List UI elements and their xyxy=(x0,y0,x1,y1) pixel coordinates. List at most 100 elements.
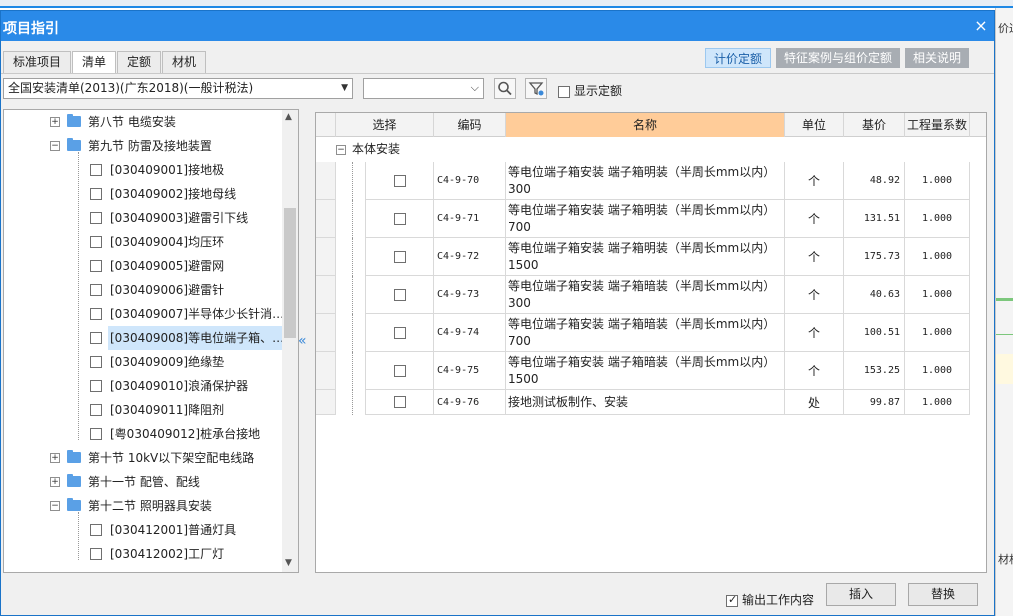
collapse-icon[interactable]: − xyxy=(50,501,60,511)
tree-item-checkbox[interactable] xyxy=(90,260,102,272)
tree-item[interactable]: [030409006]避雷针 xyxy=(4,278,280,302)
show-quota-checkbox[interactable] xyxy=(558,85,570,98)
row-indicator-header xyxy=(316,113,336,137)
tree-item[interactable]: [030412001]普通灯具 xyxy=(4,518,280,542)
select-cell[interactable] xyxy=(366,390,434,415)
select-cell[interactable] xyxy=(366,276,434,314)
expand-icon[interactable]: + xyxy=(50,117,60,127)
tree-item-checkbox[interactable] xyxy=(90,212,102,224)
select-cell[interactable] xyxy=(366,352,434,390)
grid-row[interactable]: C4-9-76 接地测试板制作、安装处 99.87 1.000 xyxy=(316,390,970,415)
output-work-content-checkbox[interactable] xyxy=(726,593,738,607)
quantity-coef-cell[interactable]: 1.000 xyxy=(905,390,970,415)
quantity-coef-cell[interactable]: 1.000 xyxy=(905,276,970,314)
grid-row[interactable]: C4-9-71 等电位端子箱安装 端子箱明装（半周长mm以内） 700 个 131.5… xyxy=(316,200,970,238)
filter-button[interactable] xyxy=(525,78,547,99)
insert-button[interactable]: 插入 xyxy=(826,583,896,606)
row-select-checkbox[interactable] xyxy=(393,250,406,263)
filter-combo[interactable]: ⌵ xyxy=(363,78,484,99)
dialog-titlebar[interactable]: 项目指引 × xyxy=(1,11,994,41)
tree-item-checkbox[interactable] xyxy=(90,356,102,368)
tree-item-checkbox[interactable] xyxy=(90,524,102,536)
select-cell[interactable] xyxy=(366,314,434,352)
tree-item-checkbox[interactable] xyxy=(90,164,102,176)
tree-section[interactable]: + 第八节 电缆安装 xyxy=(4,110,280,134)
grid-row[interactable]: C4-9-74 等电位端子箱安装 端子箱暗装（半周长mm以内） 700 个 100.5… xyxy=(316,314,970,352)
row-select-checkbox[interactable] xyxy=(393,212,406,225)
tree-item-checkbox[interactable] xyxy=(90,428,102,440)
tree-item-checkbox[interactable] xyxy=(90,332,102,344)
header-name[interactable]: 名称 xyxy=(506,113,785,137)
pricing-quota-button[interactable]: 计价定额 xyxy=(705,48,772,68)
tree-indent xyxy=(336,162,366,200)
expand-icon[interactable]: + xyxy=(50,477,60,487)
grid-row[interactable]: C4-9-75 等电位端子箱安装 端子箱暗装（半周长mm以内） 1500 个 153.… xyxy=(316,352,970,390)
library-select[interactable]: 全国安装清单(2013)(广东2018)(一般计税法) ▼ xyxy=(3,78,353,99)
tree-item-checkbox[interactable] xyxy=(90,308,102,320)
related-notes-button[interactable]: 相关说明 xyxy=(905,48,970,68)
tree-item[interactable]: [030409009]绝缘垫 xyxy=(4,350,280,374)
tree-section[interactable]: − 第九节 防雷及接地装置 xyxy=(4,134,280,158)
tree-item[interactable]: [030409002]接地母线 xyxy=(4,182,280,206)
header-code[interactable]: 编码 xyxy=(434,113,506,137)
header-unit[interactable]: 单位 xyxy=(785,113,844,137)
scrollbar-thumb[interactable] xyxy=(284,208,296,338)
tree-item-checkbox[interactable] xyxy=(90,188,102,200)
tree-item[interactable]: [030409001]接地极 xyxy=(4,158,280,182)
quantity-coef-cell[interactable]: 1.000 xyxy=(905,162,970,200)
grid-row[interactable]: C4-9-73 等电位端子箱安装 端子箱暗装（半周长mm以内） 300 个 40.63… xyxy=(316,276,970,314)
tree-scrollbar[interactable]: ▲ ▼ xyxy=(282,110,298,572)
tree-item[interactable]: [030409003]避雷引下线 xyxy=(4,206,280,230)
quantity-coef-cell[interactable]: 1.000 xyxy=(905,200,970,238)
collapse-icon[interactable]: − xyxy=(50,141,60,151)
tree-item[interactable]: [030409007]半导体少长针消… xyxy=(4,302,284,326)
tab-bill-list[interactable]: 清单 xyxy=(72,51,117,74)
collapse-panel-icon[interactable]: « xyxy=(298,333,307,349)
search-button[interactable] xyxy=(494,78,516,99)
tree-section[interactable]: − 第十二节 照明器具安装 xyxy=(4,494,280,518)
select-cell[interactable] xyxy=(366,200,434,238)
replace-button[interactable]: 替换 xyxy=(908,583,978,606)
quantity-coef-cell[interactable]: 1.000 xyxy=(905,314,970,352)
output-work-content-option[interactable]: 输出工作内容 xyxy=(726,591,814,608)
tab-standard-project[interactable]: 标准项目 xyxy=(3,51,72,73)
row-select-checkbox[interactable] xyxy=(393,288,406,301)
tree-item[interactable]: [030412002]工厂灯 xyxy=(4,542,280,566)
tree-item[interactable]: [030409005]避雷网 xyxy=(4,254,280,278)
tree-section[interactable]: + 第十一节 配管、配线 xyxy=(4,470,280,494)
row-select-checkbox[interactable] xyxy=(393,174,406,187)
show-quota-option[interactable]: 显示定额 xyxy=(558,82,622,99)
scroll-down-icon[interactable]: ▼ xyxy=(285,558,292,568)
select-cell[interactable] xyxy=(366,162,434,200)
quantity-coef-cell[interactable]: 1.000 xyxy=(905,238,970,276)
expand-icon[interactable]: + xyxy=(50,453,60,463)
tree-item-checkbox[interactable] xyxy=(90,548,102,560)
tree-section[interactable]: + 第十节 10kV以下架空配电线路 xyxy=(4,446,280,470)
tree-item[interactable]: [粤030409012]桩承台接地 xyxy=(4,422,280,446)
tree-item-checkbox[interactable] xyxy=(90,404,102,416)
collapse-icon[interactable]: − xyxy=(336,145,346,155)
close-icon[interactable]: × xyxy=(972,17,990,35)
header-price[interactable]: 基价 xyxy=(844,113,905,137)
header-select[interactable]: 选择 xyxy=(336,113,434,137)
quantity-coef-cell[interactable]: 1.000 xyxy=(905,352,970,390)
tree-item[interactable]: [030409008]等电位端子箱、… xyxy=(4,326,287,350)
tree-item-checkbox[interactable] xyxy=(90,380,102,392)
tab-material[interactable]: 材机 xyxy=(162,51,207,73)
row-select-checkbox[interactable] xyxy=(393,326,406,339)
tab-quota[interactable]: 定额 xyxy=(117,51,162,73)
tree-item-checkbox[interactable] xyxy=(90,284,102,296)
tree-item[interactable]: [030409010]浪涌保护器 xyxy=(4,374,280,398)
grid-row[interactable]: C4-9-70 等电位端子箱安装 端子箱明装（半周长mm以内） 300 个 48.92… xyxy=(316,162,970,200)
row-select-checkbox[interactable] xyxy=(393,396,406,408)
feature-case-button[interactable]: 特征案例与组价定额 xyxy=(776,48,901,68)
tree-item[interactable]: [030409004]均压环 xyxy=(4,230,280,254)
tree-item[interactable]: [030409011]降阻剂 xyxy=(4,398,280,422)
select-cell[interactable] xyxy=(366,238,434,276)
tree-item-checkbox[interactable] xyxy=(90,236,102,248)
header-quantity-coef[interactable]: 工程量系数 xyxy=(905,113,970,137)
row-select-checkbox[interactable] xyxy=(393,364,406,377)
scroll-up-icon[interactable]: ▲ xyxy=(285,112,292,122)
group-row[interactable]: − 本体安装 xyxy=(316,137,986,162)
grid-row[interactable]: C4-9-72 等电位端子箱安装 端子箱明装（半周长mm以内） 1500 个 175.… xyxy=(316,238,970,276)
